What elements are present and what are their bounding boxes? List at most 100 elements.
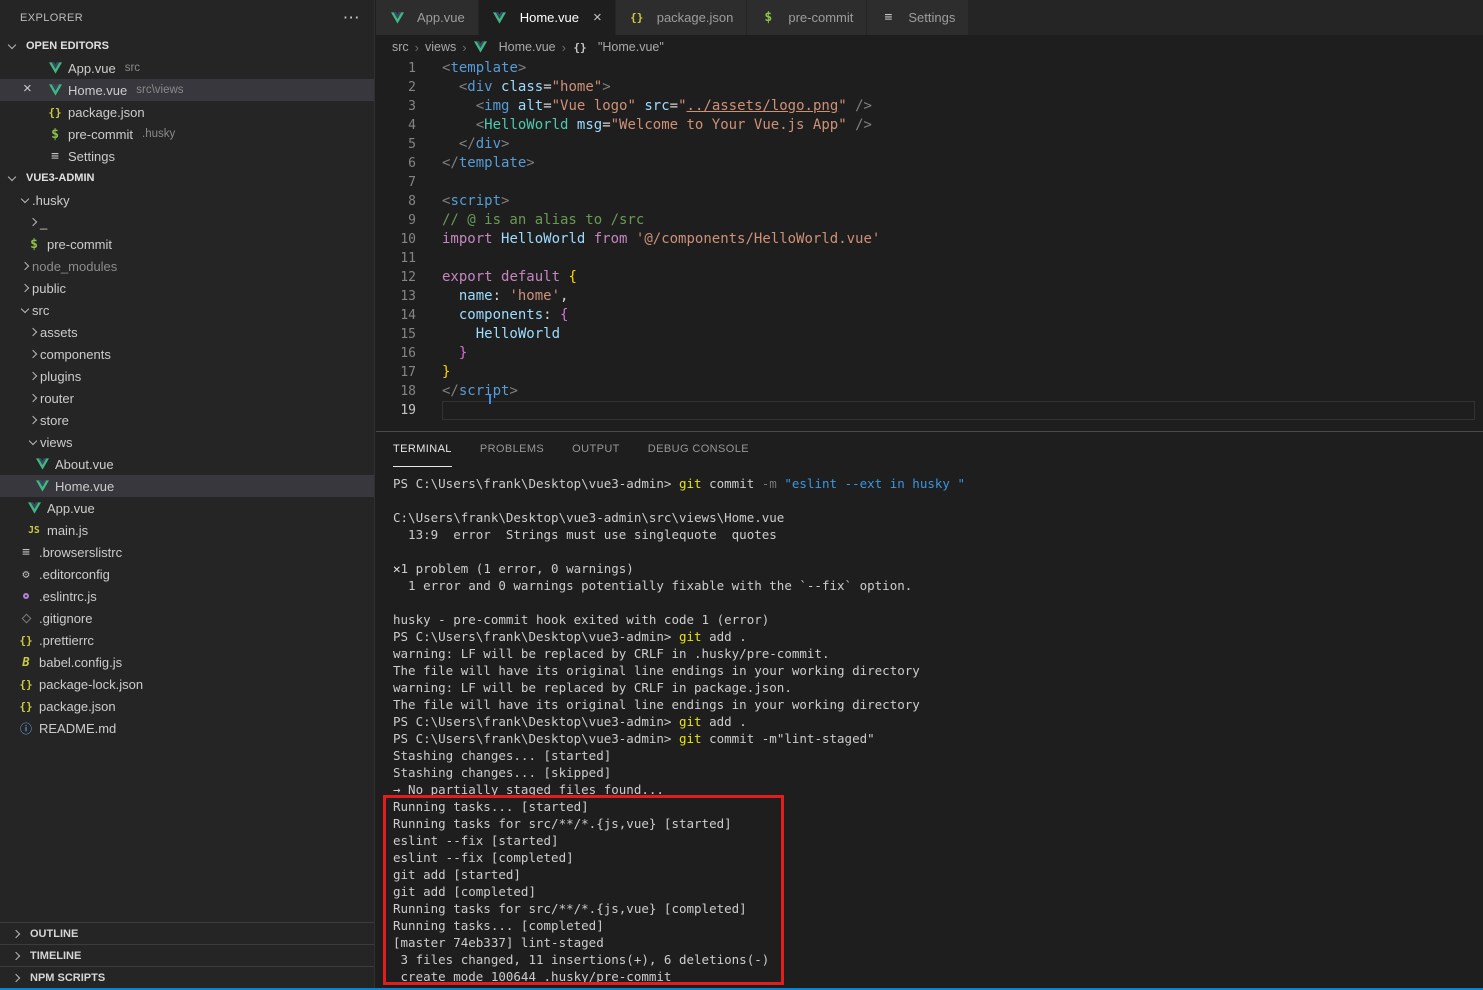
explorer-header: EXPLORER ⋯: [0, 0, 374, 35]
tree-item-app-vue[interactable]: App.vue: [0, 497, 374, 519]
tree-item-main-js[interactable]: JS main.js: [0, 519, 374, 541]
terminal-line: husky - pre-commit hook exited with code…: [393, 612, 770, 627]
tree-item-components[interactable]: components: [0, 343, 374, 365]
tree-item-package-lock-json[interactable]: {} package-lock.json: [0, 673, 374, 695]
file-label: package.json: [68, 104, 145, 120]
tree-item-assets[interactable]: assets: [0, 321, 374, 343]
tree-item-husky[interactable]: .husky: [0, 189, 374, 211]
open-editor-item-app-vue[interactable]: App.vue src: [0, 57, 374, 79]
chevron-down-icon: [5, 172, 19, 181]
sidebar-bottom-sections: OUTLINE TIMELINE NPM SCRIPTS: [0, 922, 374, 988]
code-line-content: <div class="home">: [458, 79, 611, 95]
breadcrumb-item-home-vue[interactable]: Home.vue: [473, 39, 556, 55]
tree-item-home-vue[interactable]: Home.vue: [0, 475, 374, 497]
tab-label: pre-commit: [788, 10, 854, 25]
tree-item-babel-config-js[interactable]: Bbabel.config.js: [0, 651, 374, 673]
tab-home-vue[interactable]: Home.vue ×: [478, 0, 616, 35]
tree-item-eslintrc-js[interactable]: .eslintrc.js: [0, 585, 374, 607]
tree-item-label: .husky: [32, 192, 70, 208]
tree-item-gitignore[interactable]: .gitignore: [0, 607, 374, 629]
tree-item-label: views: [40, 434, 73, 450]
open-editor-item-package-json[interactable]: {} package.json: [0, 101, 374, 123]
project-label: VUE3-ADMIN: [26, 172, 95, 184]
code-line-12: 12 export default {: [376, 268, 1483, 287]
close-icon[interactable]: ×: [23, 80, 32, 97]
terminal-line: eslint --fix [started]: [393, 833, 559, 848]
vue-icon: [34, 478, 50, 494]
tree-item-node-modules[interactable]: node_modules: [0, 255, 374, 277]
tree-item-label: package-lock.json: [39, 676, 144, 692]
settings-icon: ≡: [884, 10, 893, 25]
tree-item-package-json[interactable]: {} package.json: [0, 695, 374, 717]
terminal-line: ✕1 problem (1 error, 0 warnings): [393, 561, 634, 576]
breadcrumb-label: src: [392, 40, 409, 54]
open-editor-item-pre-commit[interactable]: $ pre-commit .husky: [0, 123, 374, 145]
breadcrumb-item-src[interactable]: src: [392, 40, 409, 54]
panel-tab-terminal[interactable]: TERMINAL: [393, 432, 452, 467]
section-label: TIMELINE: [30, 949, 82, 962]
tree-item-prettierrc[interactable]: {} .prettierrc: [0, 629, 374, 651]
breadcrumb-item-home-vue[interactable]: {} "Home.vue": [572, 39, 663, 55]
tab-package-json[interactable]: {} package.json: [615, 0, 748, 35]
chevron-right-icon: [18, 283, 32, 293]
tree-item-store[interactable]: store: [0, 409, 374, 431]
code-line-content: <img alt="Vue logo" src="../assets/logo.…: [475, 98, 872, 114]
code-editor[interactable]: 1 <template> 2 <div class="home"> 3 <img al…: [376, 59, 1483, 431]
tree-item-pre-commit[interactable]: $ pre-commit: [0, 233, 374, 255]
terminal-line: Running tasks for src/**/*.{js,vue} [com…: [393, 901, 747, 916]
terminal-line: warning: LF will be replaced by CRLF in …: [393, 646, 830, 661]
sidebar-section-npm-scripts[interactable]: NPM SCRIPTS: [0, 966, 374, 988]
json-icon: {}: [48, 105, 62, 119]
line-number: 8: [408, 194, 416, 209]
panel-tab-debug-console[interactable]: DEBUG CONSOLE: [648, 432, 749, 467]
sidebar-section-outline[interactable]: OUTLINE: [0, 922, 374, 944]
project-header[interactable]: VUE3-ADMIN: [0, 167, 374, 189]
tree-item-plugins[interactable]: plugins: [0, 365, 374, 387]
tree-item-router[interactable]: router: [0, 387, 374, 409]
terminal-line: PS C:\Users\frank\Desktop\vue3-admin> gi…: [393, 731, 875, 746]
terminal-output[interactable]: PS C:\Users\frank\Desktop\vue3-admin> gi…: [376, 467, 1483, 985]
file-description: src\views: [136, 84, 184, 96]
panel-tab-problems[interactable]: PROBLEMS: [480, 432, 544, 467]
tree-item-readme-md[interactable]: ⓘ README.md: [0, 717, 374, 739]
tree-item-editorconfig[interactable]: ⚙ .editorconfig: [0, 563, 374, 585]
terminal-line: PS C:\Users\frank\Desktop\vue3-admin> gi…: [393, 714, 747, 729]
code-line-content: </div>: [458, 136, 510, 152]
close-icon[interactable]: ×: [593, 9, 602, 26]
code-line-content: </script>: [442, 383, 518, 399]
breadcrumb-item-views[interactable]: views: [425, 40, 456, 54]
tree-item-views[interactable]: views: [0, 431, 374, 453]
chevron-right-icon: [26, 217, 40, 227]
chevron-right-icon: [9, 929, 23, 938]
code-line-content: }: [458, 345, 468, 361]
tree-item-public[interactable]: public: [0, 277, 374, 299]
more-actions-icon[interactable]: ⋯: [343, 9, 360, 26]
open-editor-item-settings[interactable]: ≡ Settings: [0, 145, 374, 167]
tab-settings[interactable]: ≡ Settings: [867, 0, 970, 35]
code-line-9: 9 // @ is an alias to /src: [376, 211, 1483, 230]
tab-app-vue[interactable]: App.vue: [376, 0, 479, 35]
tab-label: Settings: [908, 10, 956, 25]
open-editor-item-home-vue[interactable]: × Home.vue src\views: [0, 79, 374, 101]
vue-icon: [26, 500, 42, 516]
tree-item-label: public: [32, 280, 66, 296]
tab-pre-commit[interactable]: $ pre-commit: [747, 0, 868, 35]
sidebar-section-timeline[interactable]: TIMELINE: [0, 944, 374, 966]
explorer-title: EXPLORER: [20, 11, 84, 24]
line-number: 14: [400, 308, 416, 323]
terminal-line: git add [started]: [393, 867, 521, 882]
code-line-content: name: 'home',: [458, 288, 569, 304]
code-line-2: 2 <div class="home">: [376, 78, 1483, 97]
tree-item-src[interactable]: src: [0, 299, 374, 321]
open-editors-header[interactable]: OPEN EDITORS: [0, 35, 374, 57]
panel-tab-output[interactable]: OUTPUT: [572, 432, 620, 467]
tree-item-item[interactable]: _: [0, 211, 374, 233]
file-tree: .husky _ $ pre-commit node_modulespublic src a…: [0, 189, 374, 739]
vue-icon: [492, 10, 508, 26]
breadcrumb-separator: ›: [462, 39, 467, 55]
tree-item-browserslistrc[interactable]: ≡ .browserslistrc: [0, 541, 374, 563]
list-icon: ≡: [22, 544, 30, 560]
breadcrumb-label: views: [425, 40, 457, 54]
tree-item-about-vue[interactable]: About.vue: [0, 453, 374, 475]
